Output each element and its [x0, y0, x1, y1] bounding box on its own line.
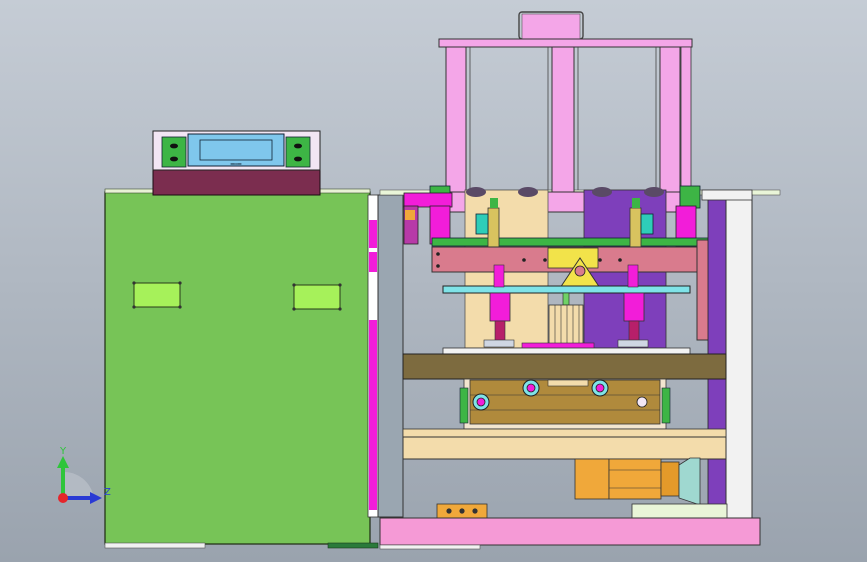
cyan-platen — [442, 285, 691, 294]
display-text: ━╍━ — [230, 161, 242, 168]
tan-rail — [402, 436, 727, 460]
z-arrow — [90, 492, 102, 504]
y-arrow — [57, 456, 69, 468]
olive-beam — [402, 353, 727, 380]
drive-motor — [574, 457, 701, 506]
vent-window-right — [292, 283, 342, 311]
frame-post-right — [725, 194, 753, 522]
upper-pink-frame — [438, 11, 693, 213]
machine-drawing: ━╍━ Y Z — [57, 11, 781, 550]
vent-window-left — [132, 281, 182, 309]
origin-dot — [58, 493, 68, 503]
cabinet-side-strip — [367, 194, 379, 518]
frame-post-left — [377, 194, 404, 518]
z-label: Z — [104, 487, 111, 498]
control-box: ━╍━ — [152, 130, 321, 196]
coordinate-triad: Y Z — [57, 446, 111, 504]
roller-assembly — [459, 378, 671, 430]
electrical-cabinet — [104, 188, 379, 549]
machine-base — [379, 503, 761, 550]
cad-viewport[interactable]: ━╍━ Y Z — [0, 0, 867, 562]
crossbar-green — [431, 237, 729, 247]
y-label: Y — [59, 446, 67, 457]
center-bracket — [547, 247, 601, 289]
